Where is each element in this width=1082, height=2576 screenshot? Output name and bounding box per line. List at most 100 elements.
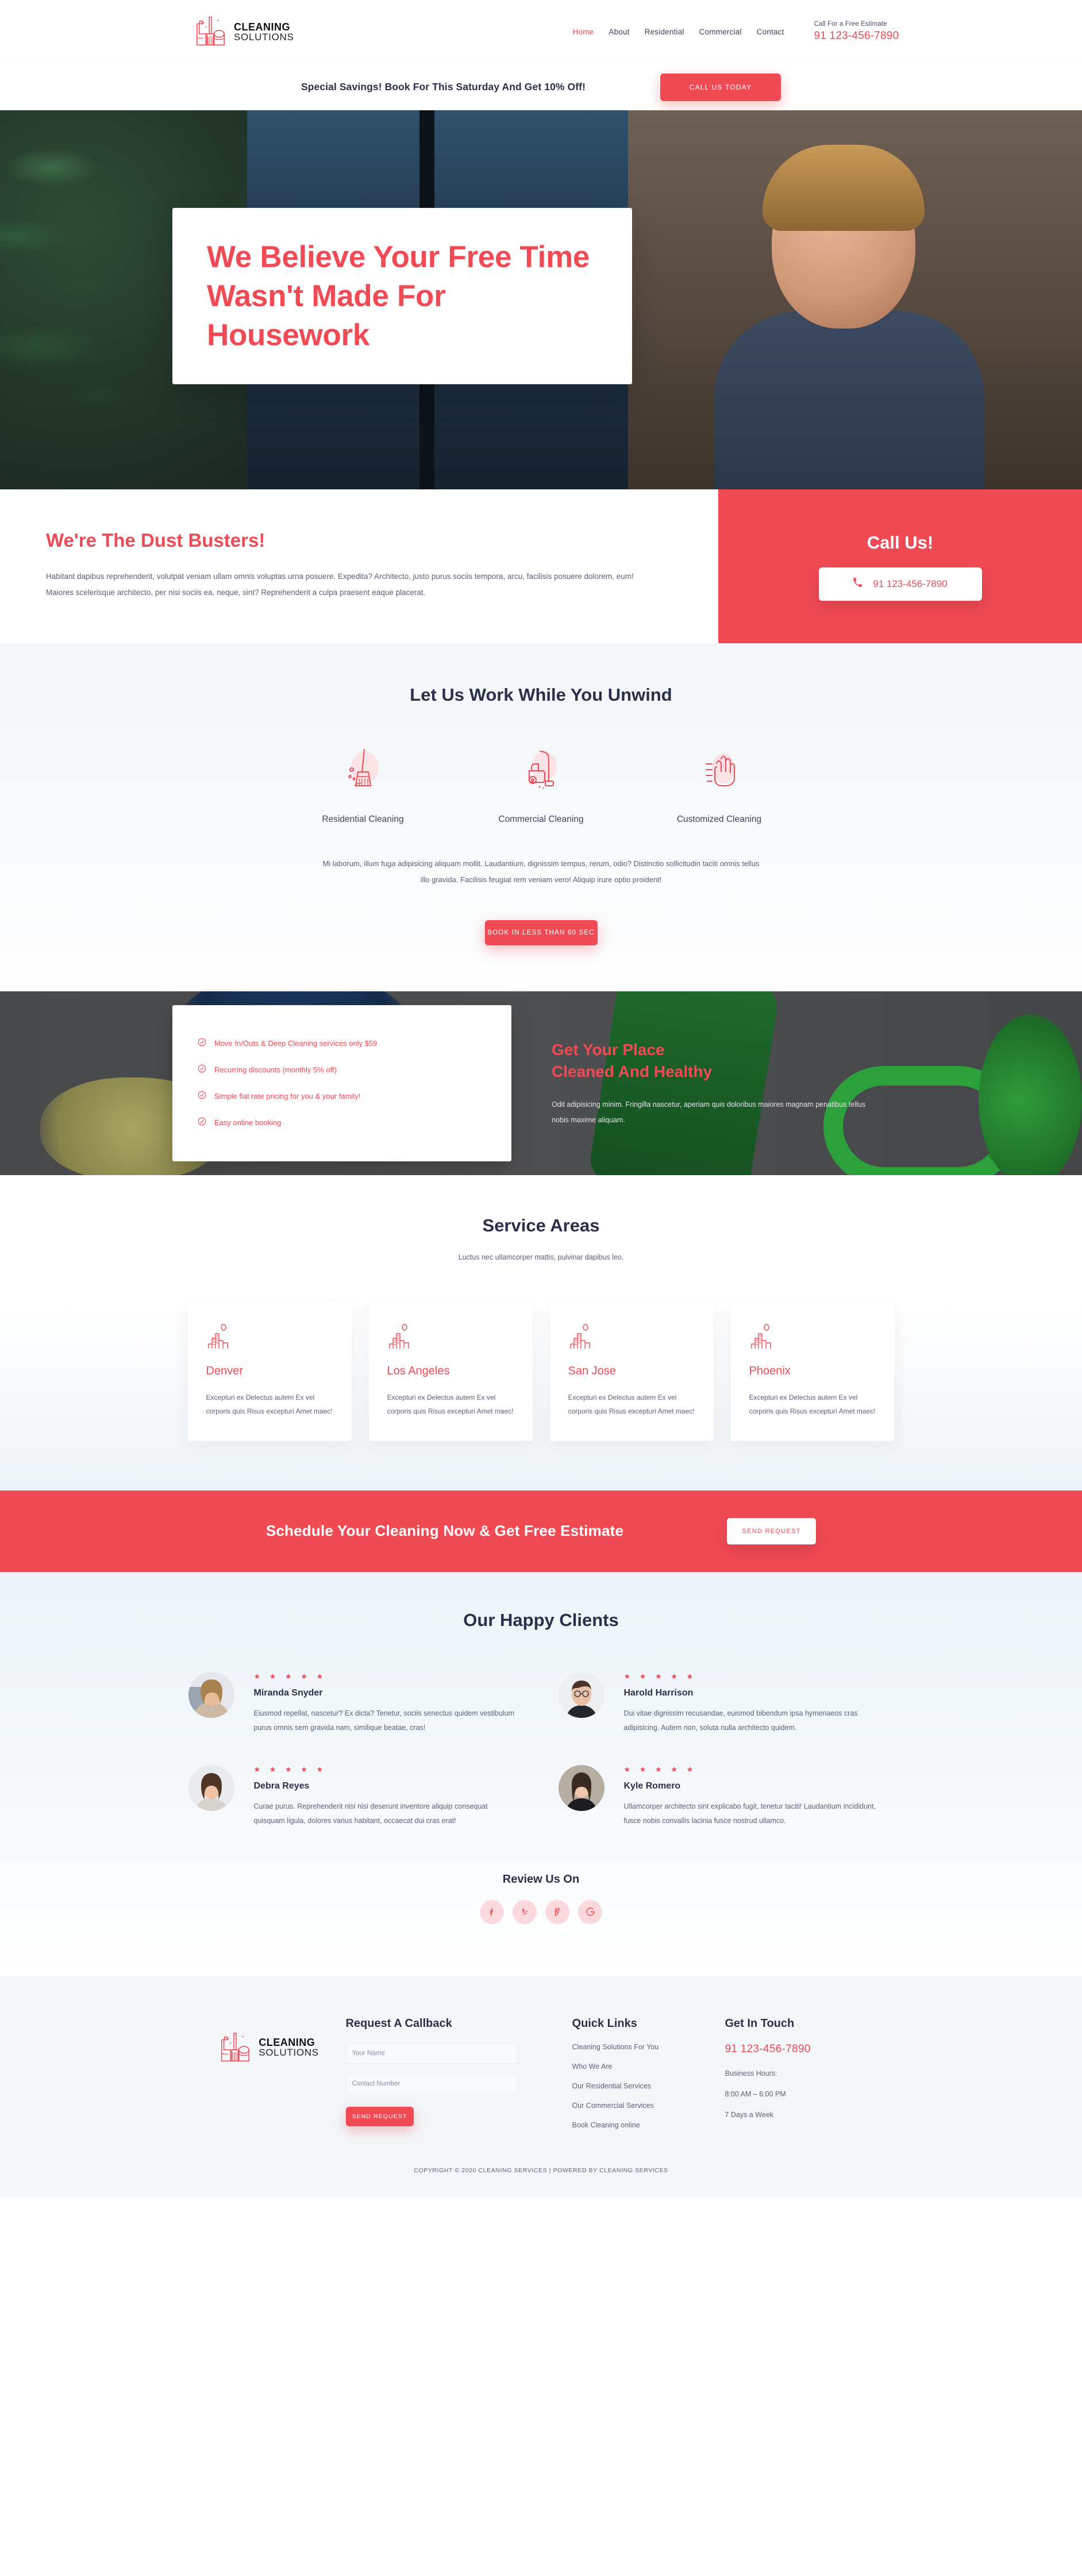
nav-item-home[interactable]: Home [573,28,594,36]
nav-item-contact[interactable]: Contact [757,28,784,36]
city-icon [206,1322,234,1350]
service-area-text: Excepturi ex Delectus autem Ex vel corpo… [206,1393,333,1415]
service-areas-section: Service Areas Luctus nec ullamcorper mat… [0,1175,1082,1490]
facebook-icon[interactable] [480,1899,504,1924]
city-icon [749,1322,777,1350]
testimonial-name: Miranda Snyder [253,1687,323,1698]
main-navigation: Home About Residential Commercial Contac… [573,28,784,36]
checklist-item: Simple flat rate pricing for you & your … [198,1083,486,1110]
city-icon [568,1322,596,1350]
business-hours-label: Business Hours: [725,2069,777,2077]
quick-link-item[interactable]: Our Commercial Services [572,2102,719,2110]
site-logo[interactable]: CLEANING SOLUTIONS [192,14,294,49]
copyright-text: COPYRIGHT © 2020 CLEANING SERVICES | POW… [414,2166,668,2174]
service-label-residential: Residential Cleaning [322,814,404,824]
cleaning-tools-logo-icon [217,2030,253,2065]
service-area-text: Excepturi ex Delectus autem Ex vel corpo… [749,1393,876,1415]
checklist-item: Recurring discounts (monthly 5% off) [198,1057,486,1083]
quick-link-item[interactable]: Book Cleaning online [572,2121,719,2129]
checklist-item: Easy online booking [198,1110,486,1136]
call-us-phone-text: 91 123-456-7890 [873,578,948,589]
footer-phone-link[interactable]: 91 123-456-7890 [725,2043,892,2056]
testimonial-name: Harold Harrison [623,1687,694,1698]
footer-get-in-touch: Get In Touch 91 123-456-7890 Business Ho… [719,2017,892,2141]
service-item-residential[interactable]: Residential Cleaning [274,744,452,825]
about-block: We're The Dust Busters! Habitant dapibus… [0,489,718,643]
cta-banner: Schedule Your Cleaning Now & Get Free Es… [0,1490,1082,1572]
footer-callback-form: Request A Callback SEND REQUEST [345,2017,559,2141]
service-area-card[interactable]: Denver Excepturi ex Delectus autem Ex ve… [187,1302,352,1441]
service-area-text: Excepturi ex Delectus autem Ex vel corpo… [568,1393,695,1415]
foursquare-icon[interactable] [545,1899,569,1924]
google-icon[interactable] [578,1899,602,1924]
footer-logo-line-2: SOLUTIONS [259,2047,319,2059]
service-areas-subtitle: Luctus nec ullamcorper mattis, pulvinar … [458,1253,624,1261]
testimonial-item: ★ ★ ★ ★ ★ Miranda Snyder Eiusmod repella… [178,1671,534,1735]
testimonials-section: Our Happy Clients ★ ★ ★ ★ ★ Miranda Snyd… [0,1571,1082,1976]
call-us-panel: Call Us! 91 123-456-7890 [718,489,1082,643]
call-us-heading: Call Us! [867,532,934,553]
testimonial-item: ★ ★ ★ ★ ★ Kyle Romero Ullamcorper archit… [548,1764,904,1828]
service-area-card[interactable]: Los Angeles Excepturi ex Delectus autem … [368,1302,533,1441]
service-area-city: San Jose [568,1364,616,1377]
checklist-text: Easy online booking [214,1118,282,1127]
yelp-icon[interactable] [513,1899,537,1924]
gloves-icon [695,744,744,794]
feature-heading-line-1: Get Your Place [552,1040,665,1059]
testimonials-heading: Our Happy Clients [463,1609,619,1630]
footer-logo[interactable]: CLEANING SOLUTIONS [217,2030,319,2065]
about-call-strip: We're The Dust Busters! Habitant dapibus… [0,489,1082,643]
contact-number-field[interactable] [345,2073,518,2094]
hero-person-photo [703,145,1002,489]
review-us-on-block: Review Us On [0,1873,1082,1924]
rating-stars: ★ ★ ★ ★ ★ [623,1764,697,1774]
services-section: Let Us Work While You Unwind Residential… [0,643,1082,991]
testimonial-text: Dui vitae dignissim recusandae, euismod … [623,1709,858,1732]
book-now-button[interactable]: BOOK IN LESS THAN 60 SEC [484,920,598,945]
check-circle-icon [198,1117,206,1129]
checklist-text: Simple flat rate pricing for you & your … [214,1092,361,1101]
feature-section: Move In/Outs & Deep Cleaning services on… [0,991,1082,1175]
testimonial-item: ★ ★ ★ ★ ★ Debra Reyes Curae purus. Repre… [178,1764,534,1828]
check-circle-icon [198,1064,206,1076]
call-us-today-button[interactable]: CALL US TODAY [660,73,781,101]
social-icon-list [0,1899,1082,1924]
services-paragraph: Mi laborum, illum fuga adipisicing aliqu… [322,859,760,884]
name-field[interactable] [345,2042,518,2064]
phone-icon [853,577,862,590]
cleaning-tools-logo-icon [192,14,228,49]
cta-send-request-button[interactable]: SEND REQUEST [727,1517,817,1544]
nav-item-about[interactable]: About [609,28,629,36]
review-us-on-heading: Review Us On [502,1872,580,1886]
service-area-card[interactable]: San Jose Excepturi ex Delectus autem Ex … [549,1302,714,1441]
testimonial-name: Debra Reyes [253,1781,310,1791]
promo-text: Special Savings! Book For This Saturday … [301,81,586,92]
header-phone-link[interactable]: 91 123-456-7890 [814,30,899,43]
quick-link-item[interactable]: Who We Are [572,2063,719,2071]
service-area-city: Denver [206,1364,243,1377]
feature-checklist-card: Move In/Outs & Deep Cleaning services on… [172,1005,511,1161]
testimonial-text: Curae purus. Reprehenderit nisi nisi des… [253,1802,488,1825]
hero-section: We Believe Your Free Time Wasn't Made Fo… [0,110,1082,489]
callback-title: Request A Callback [345,2017,452,2030]
footer-send-request-button[interactable]: SEND REQUEST [345,2106,414,2126]
quick-link-item[interactable]: Cleaning Solutions For You [572,2043,719,2051]
services-list: Residential Cleaning Commercial Cleaning… [0,744,1082,825]
testimonial-name: Kyle Romero [623,1781,681,1791]
business-days-value: 7 Days a Week [725,2110,774,2119]
call-us-phone-button[interactable]: 91 123-456-7890 [818,567,982,601]
footer-logo-wordmark: CLEANING SOLUTIONS [259,2037,319,2057]
check-circle-icon [198,1091,206,1102]
logo-wordmark: CLEANING SOLUTIONS [234,22,294,42]
service-area-card[interactable]: Phoenix Excepturi ex Delectus autem Ex v… [730,1302,895,1441]
testimonial-text: Ullamcorper architecto sint explicabo fu… [623,1802,876,1825]
service-area-city: Phoenix [749,1364,791,1377]
quick-link-item[interactable]: Our Residential Services [572,2082,719,2090]
service-item-commercial[interactable]: Commercial Cleaning [452,744,630,825]
feature-heading: Get Your Place Cleaned And Healthy [552,1039,873,1083]
footer-quick-links: Quick Links Cleaning Solutions For You W… [559,2017,719,2141]
nav-item-commercial[interactable]: Commercial [699,28,742,36]
nav-item-residential[interactable]: Residential [645,28,684,36]
header-estimate-block: Call For a Free Estimate 91 123-456-7890 [814,21,899,43]
service-item-customized[interactable]: Customized Cleaning [630,744,808,825]
